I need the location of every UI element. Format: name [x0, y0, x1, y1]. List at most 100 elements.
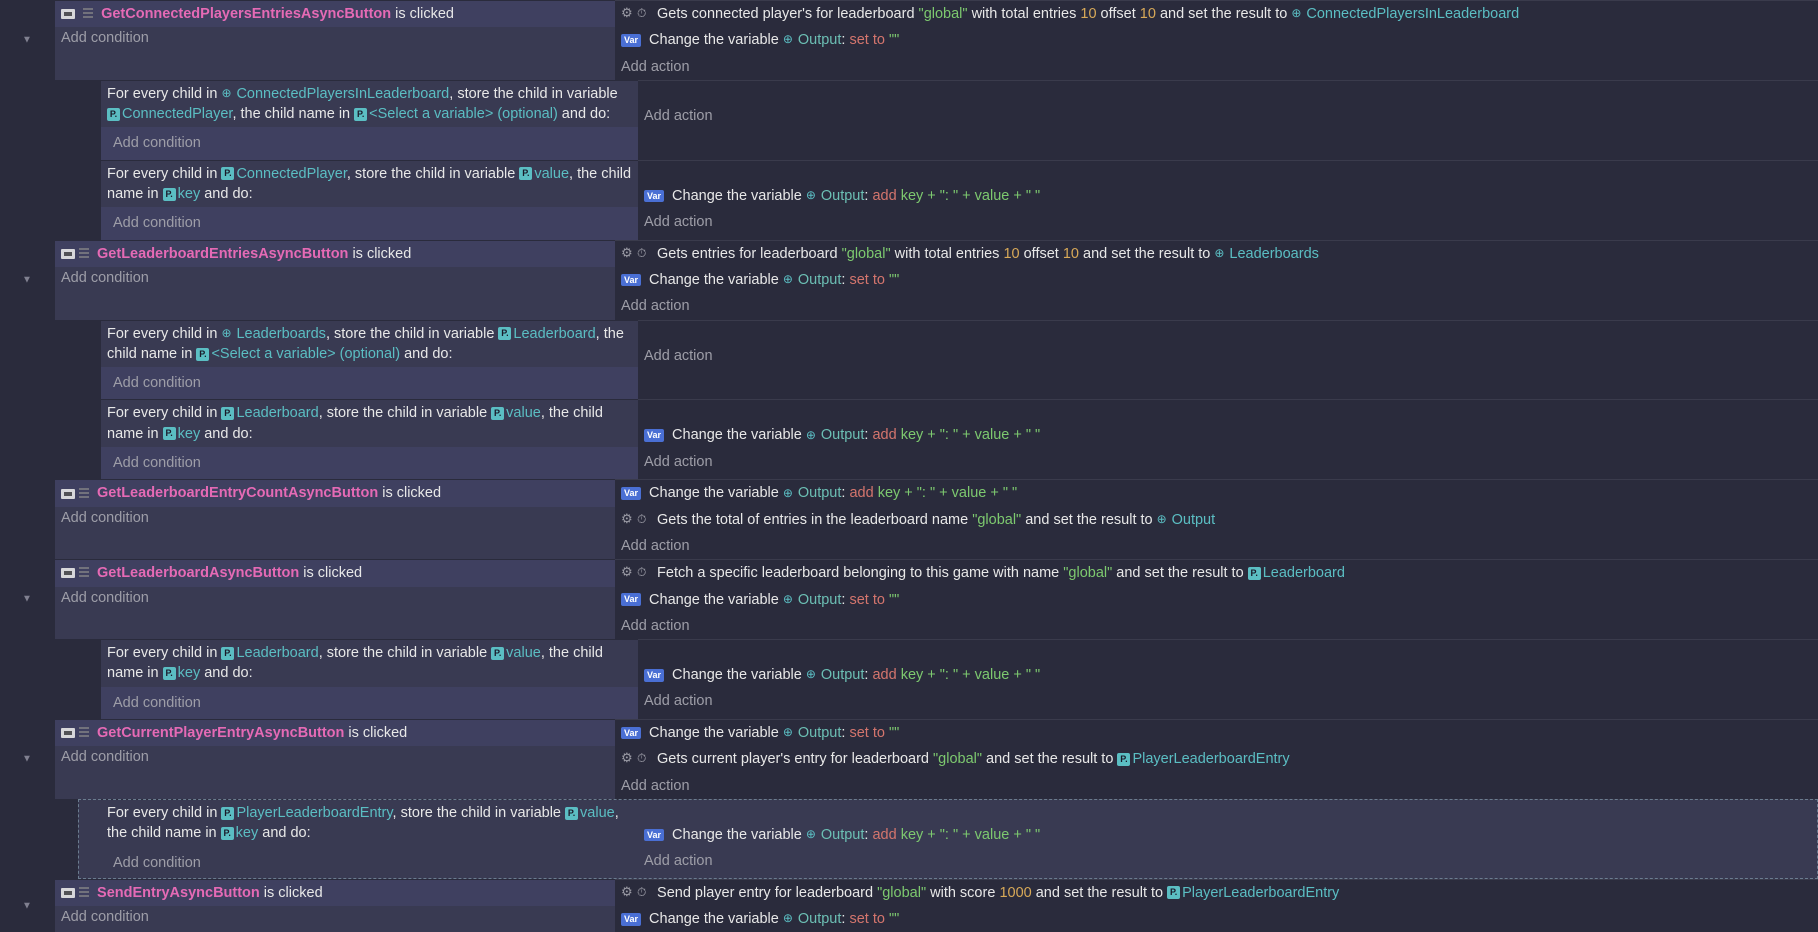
collapse-arrow-icon[interactable]: ▼: [22, 753, 32, 764]
add-action-link[interactable]: Add action: [621, 778, 690, 794]
conditions-pane[interactable]: For every child in P.PlayerLeaderboardEn…: [101, 799, 638, 879]
action-row[interactable]: Fetch a specific leaderboard belonging t…: [615, 560, 1818, 586]
add-condition-link[interactable]: Add condition: [55, 746, 615, 768]
add-condition-link[interactable]: Add condition: [55, 267, 615, 289]
action-row[interactable]: Send player entry for leaderboard "globa…: [615, 880, 1818, 906]
condition-row[interactable]: For every child in Leaderboards, store t…: [101, 321, 638, 368]
action-row[interactable]: Var Change the variable Output: set to "…: [615, 267, 1818, 293]
condition-row[interactable]: GetCurrentPlayerEntryAsyncButton is clic…: [55, 720, 615, 746]
conditions-pane[interactable]: GetLeaderboardAsyncButton is clicked Add…: [55, 559, 615, 639]
conditions-pane[interactable]: GetConnectedPlayersEntriesAsyncButton is…: [55, 0, 615, 80]
sub-event-row[interactable]: For every child in P.Leaderboard, store …: [0, 639, 1818, 719]
sub-event-row[interactable]: For every child in Leaderboards, store t…: [0, 320, 1818, 400]
actions-pane[interactable]: Var Change the variable Output: add key …: [638, 799, 1818, 879]
condition-row[interactable]: For every child in ConnectedPlayersInLea…: [101, 81, 638, 128]
action-row[interactable]: Var Change the variable Output: set to "…: [615, 720, 1818, 746]
conditions-pane[interactable]: For every child in P.ConnectedPlayer, st…: [101, 160, 638, 240]
action-row[interactable]: Gets the total of entries in the leaderb…: [615, 507, 1818, 533]
collapse-arrow-icon[interactable]: ▼: [22, 274, 32, 285]
action-row[interactable]: Var Change the variable Output: add key …: [638, 183, 1818, 209]
conditions-pane[interactable]: GetLeaderboardEntriesAsyncButton is clic…: [55, 240, 615, 320]
add-action-link[interactable]: Add action: [621, 538, 690, 554]
add-action-link[interactable]: Add action: [621, 618, 690, 634]
variable-placeholder[interactable]: <Select a variable> (optional): [369, 106, 558, 122]
drag-handle-icon[interactable]: [83, 8, 93, 20]
collapse-arrow-icon[interactable]: ▼: [22, 594, 32, 605]
add-condition-link[interactable]: Add condition: [55, 906, 615, 928]
add-condition-link[interactable]: Add condition: [107, 130, 632, 156]
add-condition-link[interactable]: Add condition: [55, 27, 615, 49]
condition-row[interactable]: GetConnectedPlayersEntriesAsyncButton is…: [55, 1, 615, 27]
action-row[interactable]: Var Change the variable Output: set to "…: [615, 27, 1818, 53]
sub-event-row[interactable]: For every child in P.ConnectedPlayer, st…: [0, 160, 1818, 240]
action-row[interactable]: Var Change the variable Output: set to "…: [615, 587, 1818, 613]
add-condition-link[interactable]: Add condition: [55, 507, 615, 529]
sub-event-row[interactable]: For every child in P.Leaderboard, store …: [0, 399, 1818, 479]
add-condition-link[interactable]: Add condition: [107, 850, 632, 876]
condition-row[interactable]: GetLeaderboardEntryCountAsyncButton is c…: [55, 480, 615, 506]
action-row[interactable]: Var Change the variable Output: add key …: [638, 822, 1818, 848]
add-action-link[interactable]: Add action: [644, 853, 713, 869]
drag-handle-icon[interactable]: [79, 567, 89, 579]
condition-row[interactable]: For every child in P.PlayerLeaderboardEn…: [101, 800, 638, 847]
conditions-pane[interactable]: GetLeaderboardEntryCountAsyncButton is c…: [55, 479, 615, 559]
actions-pane[interactable]: Var Change the variable Output: add key …: [638, 160, 1818, 240]
add-condition-link[interactable]: Add condition: [107, 370, 632, 396]
add-action-link[interactable]: Add action: [644, 214, 713, 230]
actions-pane[interactable]: Gets entries for leaderboard "global" wi…: [615, 240, 1818, 320]
collapse-arrow-icon[interactable]: ▼: [22, 34, 32, 45]
action-row[interactable]: Var Change the variable Output: add key …: [638, 662, 1818, 688]
action-row[interactable]: Gets connected player's for leaderboard …: [615, 1, 1818, 27]
event-row[interactable]: ▼ GetConnectedPlayersEntriesAsyncButton …: [0, 0, 1818, 80]
add-condition-link[interactable]: Add condition: [55, 587, 615, 609]
collapse-arrow-icon[interactable]: ▼: [22, 900, 32, 911]
actions-pane[interactable]: Var Change the variable Output: add key …: [638, 399, 1818, 479]
add-action-link[interactable]: Add action: [644, 108, 713, 124]
actions-pane[interactable]: Send player entry for leaderboard "globa…: [615, 879, 1818, 932]
drag-handle-icon[interactable]: [79, 727, 89, 739]
action-row[interactable]: Gets current player's entry for leaderbo…: [615, 746, 1818, 772]
add-action-link[interactable]: Add action: [644, 693, 713, 709]
add-condition-link[interactable]: Add condition: [107, 210, 632, 236]
condition-row[interactable]: GetLeaderboardEntriesAsyncButton is clic…: [55, 241, 615, 267]
condition-row[interactable]: GetLeaderboardAsyncButton is clicked: [55, 560, 615, 586]
condition-row[interactable]: SendEntryAsyncButton is clicked: [55, 880, 615, 906]
actions-pane[interactable]: Gets connected player's for leaderboard …: [615, 0, 1818, 80]
conditions-pane[interactable]: SendEntryAsyncButton is clicked Add cond…: [55, 879, 615, 932]
add-action-link[interactable]: Add action: [621, 59, 690, 75]
actions-pane[interactable]: Add action: [638, 80, 1818, 160]
action-row[interactable]: Var Change the variable Output: set to "…: [615, 906, 1818, 932]
drag-handle-icon[interactable]: [79, 248, 89, 260]
action-row[interactable]: Var Change the variable Output: add key …: [615, 480, 1818, 506]
action-row[interactable]: Gets entries for leaderboard "global" wi…: [615, 241, 1818, 267]
condition-row[interactable]: For every child in P.ConnectedPlayer, st…: [101, 161, 638, 208]
action-row[interactable]: Var Change the variable Output: add key …: [638, 422, 1818, 448]
add-action-link[interactable]: Add action: [644, 348, 713, 364]
event-row[interactable]: ▼ SendEntryAsyncButton is clicked Add co…: [0, 879, 1818, 932]
conditions-pane[interactable]: GetCurrentPlayerEntryAsyncButton is clic…: [55, 719, 615, 799]
actions-pane[interactable]: Fetch a specific leaderboard belonging t…: [615, 559, 1818, 639]
conditions-pane[interactable]: For every child in Leaderboards, store t…: [101, 320, 638, 400]
actions-pane[interactable]: Var Change the variable Output: set to "…: [615, 719, 1818, 799]
actions-pane[interactable]: Add action: [638, 320, 1818, 400]
event-row[interactable]: ▼ GetCurrentPlayerEntryAsyncButton is cl…: [0, 719, 1818, 799]
condition-row[interactable]: For every child in P.Leaderboard, store …: [101, 640, 638, 687]
sub-event-row-selected[interactable]: For every child in P.PlayerLeaderboardEn…: [0, 799, 1818, 879]
drag-handle-icon[interactable]: [79, 887, 89, 899]
event-row[interactable]: ▼ GetLeaderboardAsyncButton is clicked A…: [0, 559, 1818, 639]
drag-handle-icon[interactable]: [79, 488, 89, 500]
sub-event-row[interactable]: For every child in ConnectedPlayersInLea…: [0, 80, 1818, 160]
add-action-link[interactable]: Add action: [644, 454, 713, 470]
add-condition-link[interactable]: Add condition: [107, 450, 632, 476]
condition-row[interactable]: For every child in P.Leaderboard, store …: [101, 400, 638, 447]
conditions-pane[interactable]: For every child in P.Leaderboard, store …: [101, 399, 638, 479]
add-action-link[interactable]: Add action: [621, 298, 690, 314]
variable-placeholder[interactable]: <Select a variable> (optional): [211, 346, 400, 362]
event-row[interactable]: ▼ GetLeaderboardEntriesAsyncButton is cl…: [0, 240, 1818, 320]
event-row[interactable]: GetLeaderboardEntryCountAsyncButton is c…: [0, 479, 1818, 559]
conditions-pane[interactable]: For every child in ConnectedPlayersInLea…: [101, 80, 638, 160]
add-condition-link[interactable]: Add condition: [107, 690, 632, 716]
actions-pane[interactable]: Var Change the variable Output: add key …: [638, 639, 1818, 719]
conditions-pane[interactable]: For every child in P.Leaderboard, store …: [101, 639, 638, 719]
actions-pane[interactable]: Var Change the variable Output: add key …: [615, 479, 1818, 559]
